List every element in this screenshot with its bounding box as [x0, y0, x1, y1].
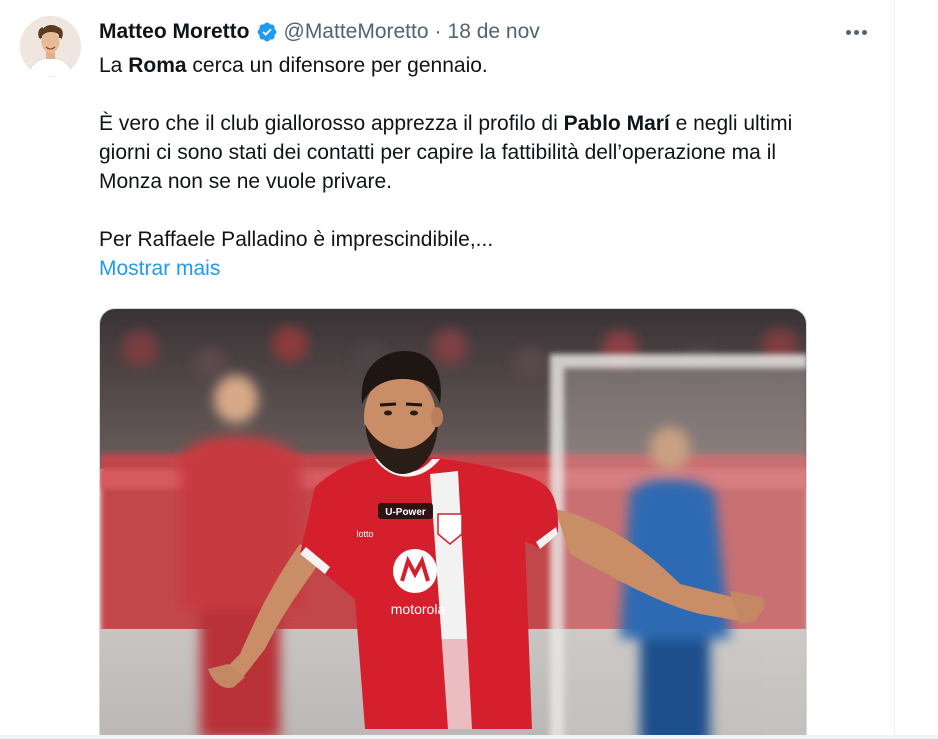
bold-player-name: Pablo Marí — [563, 112, 670, 135]
tweet-paragraph-3: Per Raffaele Palladino è imprescindibile… — [99, 228, 494, 251]
bold-roma: Roma — [128, 54, 187, 77]
bottom-divider — [0, 735, 938, 739]
author-handle[interactable]: @MatteMoretto — [284, 20, 429, 44]
jersey-brand: lotto — [356, 529, 373, 539]
more-options-icon[interactable] — [838, 20, 874, 44]
tweet-view: Matteo Moretto @MatteMoretto · 18 de nov… — [0, 0, 938, 739]
tweet-paragraph-2: È vero che il club giallorosso apprezza … — [99, 112, 793, 193]
tweet-media-photo[interactable]: U-Power motorola lotto — [99, 308, 807, 739]
tweet-header: Matteo Moretto @MatteMoretto · 18 de nov — [99, 18, 540, 46]
tweet-timestamp[interactable]: 18 de nov — [448, 20, 540, 44]
sponsor-upower: U-Power — [385, 507, 426, 518]
header-separator: · — [434, 20, 442, 43]
tweet-paragraph-1: La Roma cerca un difensore per gennaio. — [99, 54, 488, 77]
verified-badge-icon[interactable] — [256, 21, 278, 43]
tweet-text: La Roma cerca un difensore per gennaio. … — [99, 51, 869, 283]
sponsor-motorola: motorola — [391, 601, 446, 617]
show-more-link[interactable]: Mostrar mais — [99, 254, 220, 283]
avatar[interactable] — [20, 16, 81, 77]
column-divider — [894, 0, 895, 739]
author-name[interactable]: Matteo Moretto — [99, 20, 250, 44]
